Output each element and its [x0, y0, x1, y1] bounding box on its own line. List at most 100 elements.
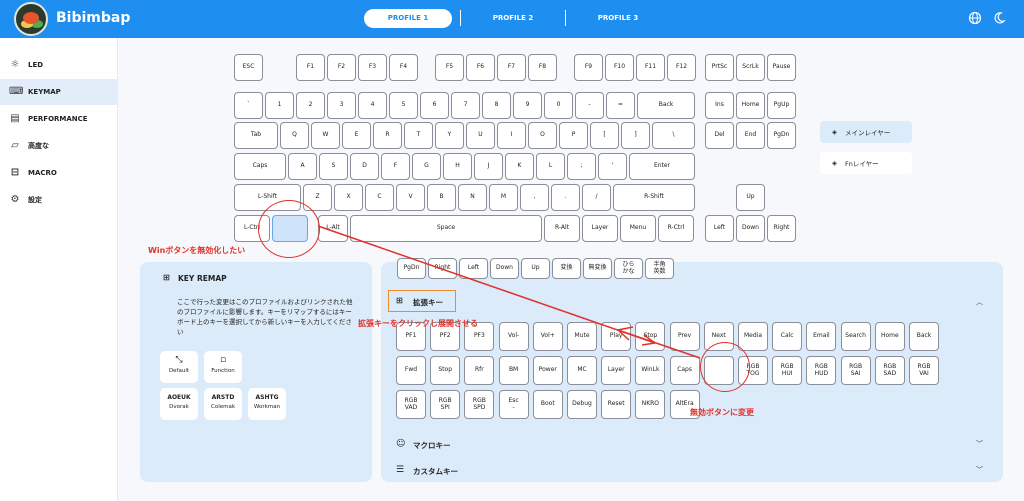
key-home[interactable]: Home	[736, 92, 765, 119]
key-left[interactable]: Left	[705, 215, 734, 242]
key-f1[interactable]: F1	[296, 54, 325, 81]
key-j[interactable]: J	[474, 153, 503, 180]
key-q[interactable]: Q	[280, 122, 309, 149]
key-stop[interactable]: Stop	[635, 322, 666, 351]
sidebar-item-advanced[interactable]: ▱ 高度な	[0, 133, 118, 159]
key-blank[interactable]: =	[606, 92, 635, 119]
key-right[interactable]: Right	[767, 215, 796, 242]
key-f9[interactable]: F9	[574, 54, 603, 81]
key--[interactable]: ひら かな	[614, 258, 643, 279]
key-pause[interactable]: Pause	[767, 54, 796, 81]
key-3[interactable]: 3	[327, 92, 356, 119]
key-f5[interactable]: F5	[435, 54, 464, 81]
key-d[interactable]: D	[350, 153, 379, 180]
key-f2[interactable]: F2	[327, 54, 356, 81]
key-t[interactable]: T	[404, 122, 433, 149]
key-w[interactable]: W	[311, 122, 340, 149]
key-up[interactable]: Up	[521, 258, 550, 279]
key-up[interactable]: Up	[736, 184, 765, 211]
key-left[interactable]: Left	[459, 258, 488, 279]
key-debug[interactable]: Debug	[567, 390, 597, 419]
key-search[interactable]: Search	[840, 322, 871, 351]
tab-profile-2[interactable]: PROFILE 2	[478, 9, 548, 28]
tab-profile-1[interactable]: PROFILE 1	[364, 9, 452, 28]
key-f11[interactable]: F11	[636, 54, 665, 81]
key-tab[interactable]: Tab	[234, 122, 278, 149]
key-blank[interactable]: .	[551, 184, 580, 211]
key--[interactable]: 半角 英数	[645, 258, 674, 279]
key-g[interactable]: G	[412, 153, 441, 180]
key-v[interactable]: V	[396, 184, 425, 211]
key-down[interactable]: Down	[736, 215, 765, 242]
key-f6[interactable]: F6	[466, 54, 495, 81]
key-del[interactable]: Del	[705, 122, 734, 149]
key-blank[interactable]: \	[652, 122, 695, 149]
key-f7[interactable]: F7	[497, 54, 526, 81]
key-a[interactable]: A	[288, 153, 317, 180]
key-f8[interactable]: F8	[528, 54, 557, 81]
key-winlk[interactable]: WinLk	[635, 356, 666, 385]
key-rgb-spd[interactable]: RGB SPD	[464, 390, 495, 419]
key-r-alt[interactable]: R-Alt	[544, 215, 580, 242]
moon-icon[interactable]	[992, 11, 1006, 25]
key-r[interactable]: R	[373, 122, 402, 149]
key-u[interactable]: U	[466, 122, 495, 149]
key-f10[interactable]: F10	[605, 54, 634, 81]
key-bm[interactable]: BM	[498, 356, 529, 385]
key-pgup[interactable]: PgUp	[767, 92, 796, 119]
key-2[interactable]: 2	[296, 92, 325, 119]
key-back[interactable]: Back	[637, 92, 695, 119]
key-blank[interactable]: 無変換	[583, 258, 612, 279]
key--[interactable]: -	[575, 92, 604, 119]
key-k[interactable]: K	[505, 153, 534, 180]
key-m[interactable]: M	[489, 184, 518, 211]
key-media[interactable]: Media	[738, 322, 768, 351]
dvorak-button[interactable]: AOEUK Dvorak	[160, 388, 198, 420]
key-scrlk[interactable]: ScrLk	[736, 54, 765, 81]
key-0[interactable]: 0	[544, 92, 573, 119]
key-n[interactable]: N	[458, 184, 487, 211]
key-blank[interactable]: `	[234, 92, 263, 119]
key-blank[interactable]: /	[582, 184, 611, 211]
key-right[interactable]: Right	[428, 258, 457, 279]
key-5[interactable]: 5	[389, 92, 418, 119]
key-y[interactable]: Y	[435, 122, 464, 149]
key-r-shift[interactable]: R-Shift	[613, 184, 695, 211]
key-rgb-hui[interactable]: RGB HUI	[772, 356, 803, 385]
chevron-down-icon[interactable]: ﹀	[976, 439, 983, 449]
key-blank[interactable]: ]	[621, 122, 650, 149]
key-back[interactable]: Back	[909, 322, 939, 351]
key-h[interactable]: H	[443, 153, 472, 180]
key-rgb-sai[interactable]: RGB SAI	[840, 356, 871, 385]
key-prtsc[interactable]: PrtSc	[705, 54, 734, 81]
workman-button[interactable]: ASHTG Workman	[248, 388, 286, 420]
key-1[interactable]: 1	[265, 92, 294, 119]
key-calc[interactable]: Calc	[772, 322, 803, 351]
key-p[interactable]: P	[559, 122, 588, 149]
chevron-up-icon[interactable]: ︿	[976, 297, 983, 307]
key-esc[interactable]: ESC	[234, 54, 263, 81]
key-l-alt[interactable]: L-Alt	[318, 215, 348, 242]
key-8[interactable]: 8	[482, 92, 511, 119]
key-f3[interactable]: F3	[358, 54, 387, 81]
key-layer[interactable]: Layer	[582, 215, 618, 242]
sidebar-item-macro[interactable]: ⊟ MACRO	[0, 160, 118, 186]
key-caps[interactable]: Caps	[234, 153, 286, 180]
key-blank[interactable]: ,	[520, 184, 549, 211]
layer-fn-button[interactable]: ◈ Fnレイヤー	[820, 152, 912, 174]
sidebar-item-led[interactable]: ☼ LED	[0, 52, 118, 78]
key-vol[interactable]: Vol+	[532, 322, 563, 351]
key-enter[interactable]: Enter	[629, 153, 695, 180]
key-stop[interactable]: Stop	[430, 356, 461, 385]
chevron-down-icon[interactable]: ﹀	[976, 465, 983, 475]
layer-main-button[interactable]: ◈ メインレイヤー	[820, 121, 912, 143]
default-button[interactable]: ⤡ Default	[160, 351, 198, 383]
key-reset[interactable]: Reset	[601, 390, 632, 419]
key-rgb-hud[interactable]: RGB HUD	[806, 356, 837, 385]
key-layer[interactable]: Layer	[601, 356, 632, 385]
key-i[interactable]: I	[497, 122, 526, 149]
key-o[interactable]: O	[528, 122, 557, 149]
key-mute[interactable]: Mute	[567, 322, 597, 351]
custom-keys-title[interactable]: カスタムキー	[413, 466, 458, 477]
key-blank[interactable]: '	[598, 153, 627, 180]
